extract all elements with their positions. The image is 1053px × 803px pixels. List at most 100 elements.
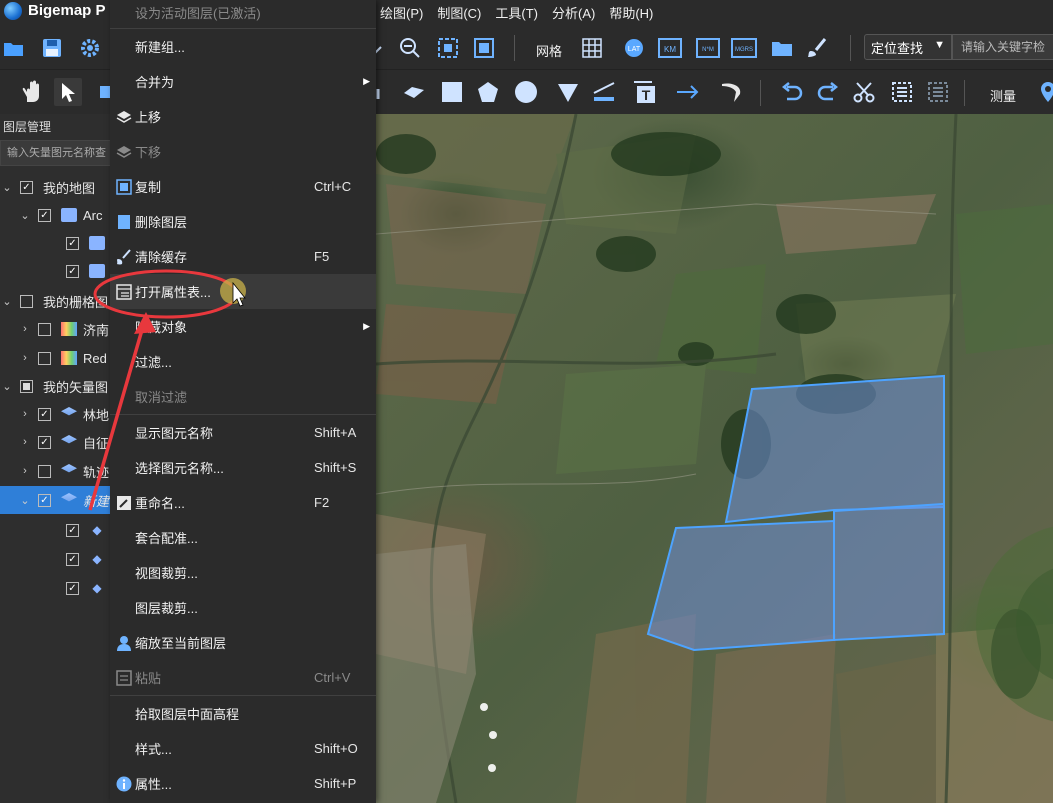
checkbox-unchecked-icon[interactable]	[38, 351, 51, 365]
checkbox-checked-icon[interactable]: ✓	[66, 264, 79, 278]
select-arrow-icon[interactable]	[54, 78, 82, 106]
checkbox-checked-icon[interactable]: ✓	[66, 581, 79, 595]
checkbox-checked-icon[interactable]: ✓	[38, 407, 51, 421]
draw-circle-icon[interactable]	[512, 78, 540, 106]
settings-gear-icon[interactable]	[76, 34, 104, 62]
latlng-icon[interactable]: LAT	[620, 34, 648, 62]
menu-copy[interactable]: 复制 Ctrl+C	[110, 169, 376, 204]
chevron-right-icon[interactable]: ›	[20, 465, 30, 477]
open-folder-icon[interactable]	[0, 34, 28, 62]
chevron-right-icon[interactable]: ›	[20, 352, 30, 364]
zoom-out-icon[interactable]	[396, 34, 424, 62]
checkbox-checked-icon[interactable]: ✓	[38, 435, 51, 449]
chevron-right-icon[interactable]: ›	[20, 436, 30, 448]
chevron-right-icon[interactable]: ›	[20, 408, 30, 420]
chevron-down-icon[interactable]: ⌄	[20, 494, 30, 507]
menu-delete-layer[interactable]: 删除图层	[110, 204, 376, 239]
draw-text-icon[interactable]: T	[630, 78, 658, 106]
measure-label[interactable]: 测量	[990, 86, 1016, 105]
checkbox-unchecked-icon[interactable]	[38, 322, 51, 336]
mgrs-grid-icon[interactable]: MGRS	[730, 34, 758, 62]
menu-hide-objects[interactable]: 隐藏对象 ▶	[110, 309, 376, 344]
menu-view-clip[interactable]: 视图裁剪...	[110, 555, 376, 590]
brush-icon[interactable]	[804, 34, 832, 62]
checkbox-checked-icon[interactable]: ✓	[66, 552, 79, 566]
deselect-icon[interactable]	[924, 78, 952, 106]
menu-new-group[interactable]: 新建组...	[110, 29, 376, 64]
tree-row-my-vector[interactable]: ⌄ 我的矢量图	[0, 372, 120, 400]
locate-dropdown[interactable]: 定位查找 ▼	[864, 34, 952, 60]
draw-rectangle-icon[interactable]	[438, 78, 466, 106]
select-all-icon[interactable]	[888, 78, 916, 106]
menu-properties[interactable]: 属性... Shift+P	[110, 766, 376, 801]
tree-row-feature-1[interactable]: ✓ ◆	[0, 516, 120, 544]
menu-registration[interactable]: 套合配准...	[110, 520, 376, 555]
menu-clear-cache[interactable]: 清除缓存 F5	[110, 239, 376, 274]
checkbox-checked-icon[interactable]: ✓	[66, 236, 79, 250]
menu-select-feature-names[interactable]: 选择图元名称... Shift+S	[110, 450, 376, 485]
km-grid-icon[interactable]: KM	[656, 34, 684, 62]
menu-help[interactable]: 帮助(H)	[609, 3, 653, 22]
menu-show-feature-names[interactable]: 显示图元名称 Shift+A	[110, 415, 376, 450]
layer-search-input[interactable]	[0, 140, 118, 166]
tree-row-new-selected[interactable]: ⌄ ✓ 新建	[0, 486, 110, 514]
menu-move-up[interactable]: 上移	[110, 99, 376, 134]
menu-rename[interactable]: 重命名... F2	[110, 485, 376, 520]
nxm-grid-icon[interactable]: N*M	[694, 34, 722, 62]
checkbox-partial-icon[interactable]	[20, 379, 33, 393]
chevron-down-icon[interactable]: ⌄	[2, 295, 12, 308]
tree-row-feature-3[interactable]: ✓ ◆	[0, 574, 120, 602]
menu-open-attribute-table[interactable]: 打开属性表...	[110, 274, 376, 309]
map-view[interactable]	[376, 114, 1053, 803]
menu-style[interactable]: 样式... Shift+O	[110, 731, 376, 766]
save-icon[interactable]	[38, 34, 66, 62]
tree-row-jinan[interactable]: › 济南	[0, 315, 120, 343]
draw-arrow-icon[interactable]	[674, 78, 702, 106]
tree-row-my-raster[interactable]: ⌄ 我的栅格图	[0, 287, 120, 315]
checkbox-unchecked-icon[interactable]	[20, 294, 33, 308]
chevron-right-icon[interactable]: ›	[20, 323, 30, 335]
checkbox-unchecked-icon[interactable]	[38, 464, 51, 478]
draw-line-icon[interactable]	[590, 78, 618, 106]
menu-analysis[interactable]: 分析(A)	[552, 3, 595, 22]
zoom-extent-icon[interactable]	[434, 34, 462, 62]
full-extent-icon[interactable]	[470, 34, 498, 62]
tree-row-my-map[interactable]: ⌄ ✓ 我的地图	[0, 173, 120, 201]
tree-row-red[interactable]: › Red	[0, 344, 120, 372]
menu-tools[interactable]: 工具(T)	[495, 3, 538, 22]
draw-marker-icon[interactable]	[400, 78, 428, 106]
draw-curve-icon[interactable]	[718, 78, 746, 106]
location-pin-icon[interactable]	[1034, 78, 1053, 106]
menu-filter[interactable]: 过滤...	[110, 344, 376, 379]
checkbox-checked-icon[interactable]: ✓	[20, 180, 33, 194]
tree-row-custom[interactable]: › ✓ 自征	[0, 428, 120, 456]
tree-row-feature-2[interactable]: ✓ ◆	[0, 545, 120, 573]
draw-polygon-icon[interactable]	[474, 78, 502, 106]
grid-icon[interactable]	[578, 34, 606, 62]
menu-draw[interactable]: 绘图(P)	[380, 3, 423, 22]
tree-row-arc[interactable]: ⌄ ✓ Arc	[0, 201, 120, 229]
menu-cartography[interactable]: 制图(C)	[437, 3, 481, 22]
pan-hand-icon[interactable]	[18, 78, 46, 106]
redo-icon[interactable]	[814, 78, 842, 106]
folder-icon[interactable]	[768, 34, 796, 62]
chevron-down-icon[interactable]: ⌄	[2, 380, 12, 393]
chevron-down-icon[interactable]: ⌄	[20, 209, 30, 222]
keyword-search-input[interactable]	[952, 34, 1053, 60]
chevron-down-icon[interactable]: ⌄	[2, 181, 12, 194]
checkbox-checked-icon[interactable]: ✓	[38, 208, 51, 222]
menu-layer-clip[interactable]: 图层裁剪...	[110, 590, 376, 625]
tree-row-forest[interactable]: › ✓ 林地	[0, 400, 120, 428]
draw-sector-icon[interactable]	[554, 78, 582, 106]
menu-pick-elevation[interactable]: 拾取图层中面高程	[110, 696, 376, 731]
checkbox-checked-icon[interactable]: ✓	[38, 493, 51, 507]
tree-row-arc-child-1[interactable]: ✓	[0, 229, 120, 257]
menu-merge-as[interactable]: 合并为 ▶	[110, 64, 376, 99]
tree-row-arc-child-2[interactable]: ✓	[0, 257, 120, 285]
scissors-icon[interactable]	[850, 78, 878, 106]
undo-icon[interactable]	[778, 78, 806, 106]
menu-zoom-to-layer[interactable]: 缩放至当前图层	[110, 625, 376, 660]
raster-layer-icon	[61, 351, 77, 365]
tree-row-track[interactable]: › 轨迹	[0, 457, 120, 485]
checkbox-checked-icon[interactable]: ✓	[66, 523, 79, 537]
